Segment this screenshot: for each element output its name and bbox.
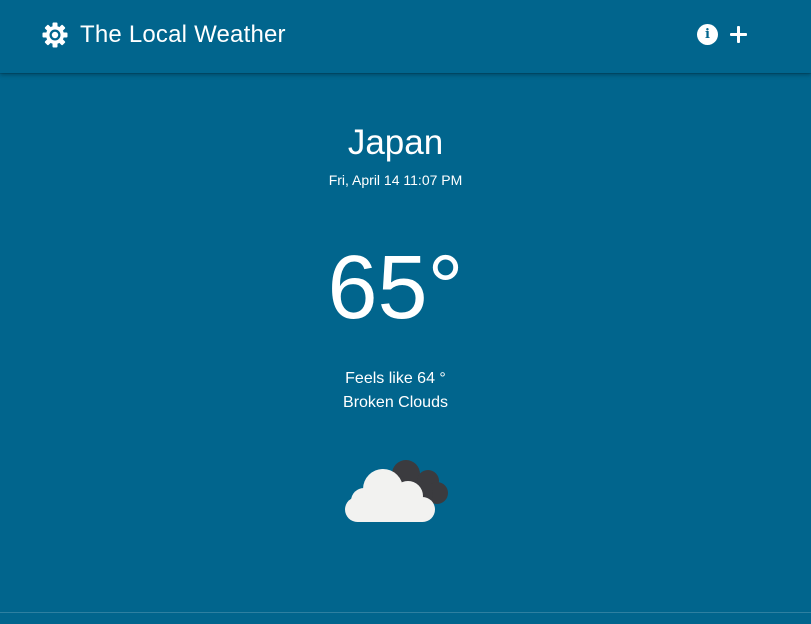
weather-condition: Broken Clouds bbox=[343, 394, 448, 411]
footer-divider bbox=[0, 612, 811, 613]
feels-like-text: Feels like 64 ° bbox=[345, 370, 446, 387]
app-title: The Local Weather bbox=[80, 21, 286, 48]
location-name: Japan bbox=[347, 123, 444, 162]
current-temperature: 65° bbox=[327, 238, 464, 338]
broken-clouds-icon bbox=[345, 460, 448, 522]
gear-icon[interactable] bbox=[41, 21, 69, 49]
weather-app: The Local Weather i Japan Fri, April 14 … bbox=[0, 0, 811, 624]
app-header: The Local Weather i bbox=[0, 0, 811, 73]
plus-icon[interactable] bbox=[729, 25, 748, 44]
date-time: Fri, April 14 11:07 PM bbox=[328, 172, 463, 188]
info-button[interactable]: i bbox=[697, 24, 718, 45]
